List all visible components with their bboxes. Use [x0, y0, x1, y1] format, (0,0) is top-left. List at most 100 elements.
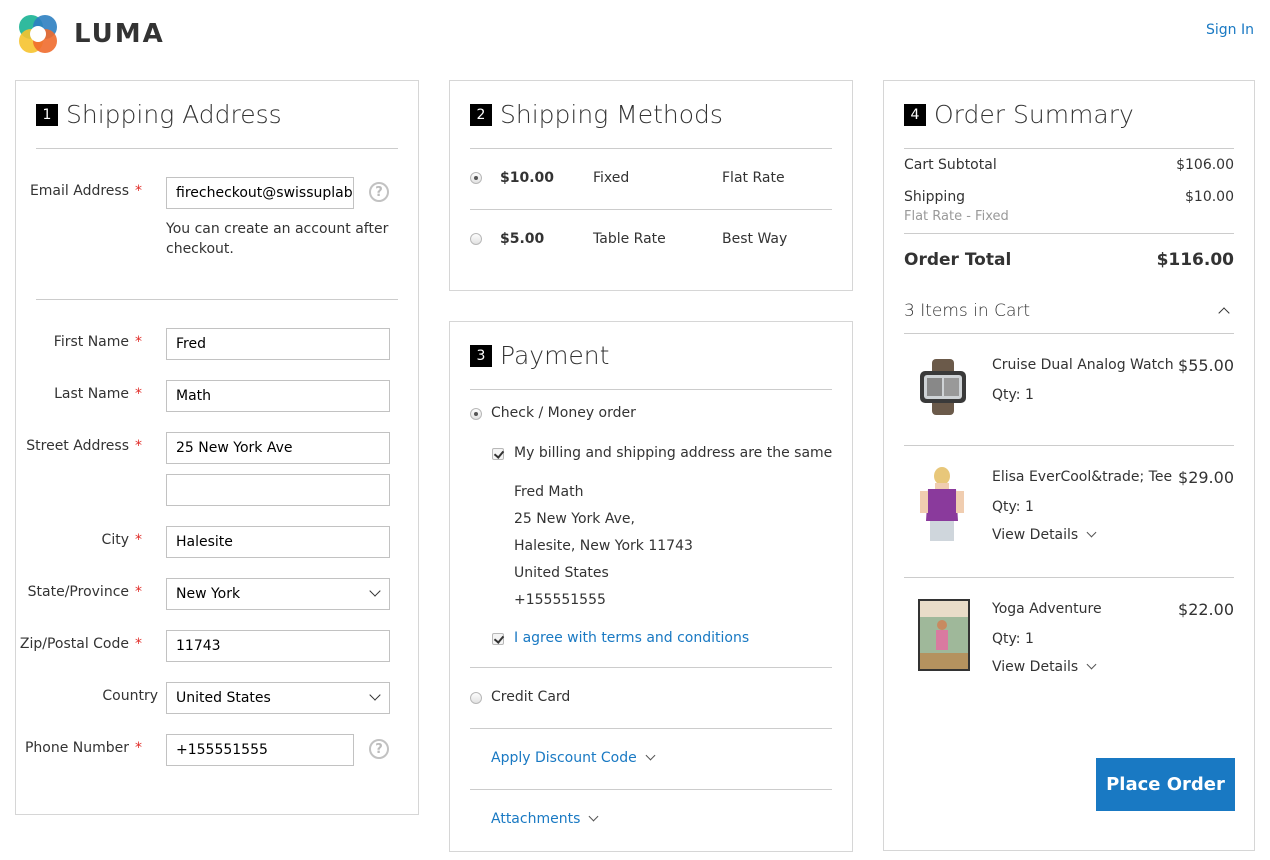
rate-price: $5.00: [500, 231, 545, 247]
first-name-field[interactable]: Fred: [166, 328, 390, 360]
dvd-image: [918, 599, 970, 671]
step-number: 2: [470, 103, 492, 126]
step-number: 4: [904, 103, 926, 126]
order-total-label: Order Total: [904, 250, 1012, 270]
shipping-address-heading: 1 Shipping Address: [36, 81, 398, 149]
shipping-address-panel: 1 Shipping Address Email Address * firech…: [15, 80, 419, 815]
section-title: Shipping Methods: [500, 100, 723, 129]
street-label: Street Address: [26, 438, 129, 454]
check-money-order-label[interactable]: Check / Money order: [491, 405, 636, 421]
apply-discount-label: Apply Discount Code: [491, 750, 637, 766]
address-line: Fred Math: [514, 484, 584, 500]
street-field[interactable]: 25 New York Ave: [166, 432, 390, 464]
required-mark: *: [135, 636, 142, 652]
item-price: $29.00: [1178, 468, 1234, 487]
cart-item: Elisa EverCool&trade; Tee $29.00 Qty: 1 …: [904, 447, 1234, 578]
shipping-methods-heading: 2 Shipping Methods: [470, 81, 832, 149]
items-in-cart-toggle[interactable]: 3 Items in Cart: [904, 293, 1234, 334]
same-address-label[interactable]: My billing and shipping address are the …: [514, 445, 832, 461]
required-mark: *: [135, 334, 142, 350]
address-line: +155551555: [514, 592, 606, 608]
email-field[interactable]: firecheckout@swissuplabs.com: [166, 177, 354, 209]
order-summary-heading: 4 Order Summary: [904, 81, 1234, 149]
items-in-cart-heading: 3 Items in Cart: [904, 301, 1031, 321]
city-label: City: [101, 532, 129, 548]
help-icon[interactable]: ?: [369, 739, 389, 759]
step-number: 3: [470, 344, 492, 367]
sign-in-link[interactable]: Sign In: [1206, 22, 1254, 38]
apply-discount-toggle[interactable]: Apply Discount Code: [491, 750, 656, 766]
chevron-down-icon: [1086, 527, 1097, 538]
shipping-rate-row[interactable]: $10.00 Fixed Flat Rate: [470, 150, 832, 210]
check-money-order-radio[interactable]: [470, 408, 482, 420]
email-note: You can create an account after checkout…: [166, 221, 389, 257]
chevron-down-icon: [588, 811, 599, 822]
address-line: Halesite, New York 11743: [514, 538, 693, 554]
shipping-label: Shipping: [904, 189, 966, 205]
shipping-rate-radio[interactable]: [470, 233, 482, 245]
street-line-2-field[interactable]: [166, 474, 390, 506]
item-name: Elisa EverCool&trade; Tee: [992, 469, 1173, 485]
luma-logo[interactable]: LUMA: [16, 12, 165, 56]
chevron-down-icon: [1086, 659, 1097, 670]
credit-card-radio[interactable]: [470, 692, 482, 704]
shipping-rate-row[interactable]: $5.00 Table Rate Best Way: [470, 211, 832, 271]
country-select-value: United States: [176, 690, 271, 706]
address-line: United States: [514, 565, 609, 581]
terms-link[interactable]: I agree with terms and conditions: [514, 630, 749, 646]
city-field[interactable]: Halesite: [166, 526, 390, 558]
item-name: Cruise Dual Analog Watch: [992, 357, 1174, 373]
divider: [904, 233, 1234, 234]
order-total-value: $116.00: [1156, 250, 1234, 270]
item-qty: Qty: 1: [992, 387, 1034, 403]
payment-panel: 3 Payment Check / Money order My billing…: [449, 321, 853, 852]
item-price: $22.00: [1178, 600, 1234, 619]
item-name: Yoga Adventure: [992, 601, 1102, 617]
rate-carrier: Flat Rate: [722, 170, 785, 186]
first-name-label: First Name: [53, 334, 129, 350]
required-mark: *: [135, 183, 142, 199]
step-number: 1: [36, 103, 58, 126]
chevron-down-icon: [369, 585, 381, 597]
view-details-label: View Details: [992, 659, 1079, 675]
watch-image: [916, 357, 972, 417]
view-details-toggle[interactable]: View Details: [992, 659, 1097, 675]
terms-checkbox[interactable]: [492, 633, 504, 645]
item-price: $55.00: [1178, 356, 1234, 375]
attachments-toggle[interactable]: Attachments: [491, 811, 599, 827]
country-select[interactable]: United States: [166, 682, 390, 714]
address-line: 25 New York Ave,: [514, 511, 635, 527]
same-address-checkbox[interactable]: [492, 448, 504, 460]
required-mark: *: [135, 584, 142, 600]
view-details-toggle[interactable]: View Details: [992, 527, 1097, 543]
help-icon[interactable]: ?: [369, 182, 389, 202]
last-name-field[interactable]: Math: [166, 380, 390, 412]
view-details-label: View Details: [992, 527, 1079, 543]
item-qty: Qty: 1: [992, 631, 1034, 647]
state-select[interactable]: New York: [166, 578, 390, 610]
cart-item: Cruise Dual Analog Watch $55.00 Qty: 1: [904, 335, 1234, 446]
luma-logo-icon: [16, 12, 60, 56]
section-title: Payment: [500, 341, 610, 370]
rate-price: $10.00: [500, 170, 555, 186]
subtotal-label: Cart Subtotal: [904, 157, 997, 173]
section-title: Shipping Address: [66, 100, 282, 129]
credit-card-label[interactable]: Credit Card: [491, 689, 570, 705]
rate-method: Fixed: [593, 170, 630, 186]
order-summary-panel: 4 Order Summary Cart Subtotal $106.00 Sh…: [883, 80, 1255, 851]
chevron-down-icon: [369, 689, 381, 701]
chevron-down-icon: [645, 750, 656, 761]
rate-carrier: Best Way: [722, 231, 788, 247]
required-mark: *: [135, 532, 142, 548]
required-mark: *: [135, 740, 142, 756]
rate-method: Table Rate: [593, 231, 666, 247]
item-qty: Qty: 1: [992, 499, 1034, 515]
phone-field[interactable]: +155551555: [166, 734, 354, 766]
payment-heading: 3 Payment: [470, 322, 832, 390]
place-order-button[interactable]: Place Order: [1096, 758, 1235, 811]
divider: [470, 728, 832, 729]
zip-field[interactable]: 11743: [166, 630, 390, 662]
shipping-methods-panel: 2 Shipping Methods $10.00 Fixed Flat Rat…: [449, 80, 853, 291]
required-mark: *: [135, 386, 142, 402]
shipping-rate-radio[interactable]: [470, 172, 482, 184]
